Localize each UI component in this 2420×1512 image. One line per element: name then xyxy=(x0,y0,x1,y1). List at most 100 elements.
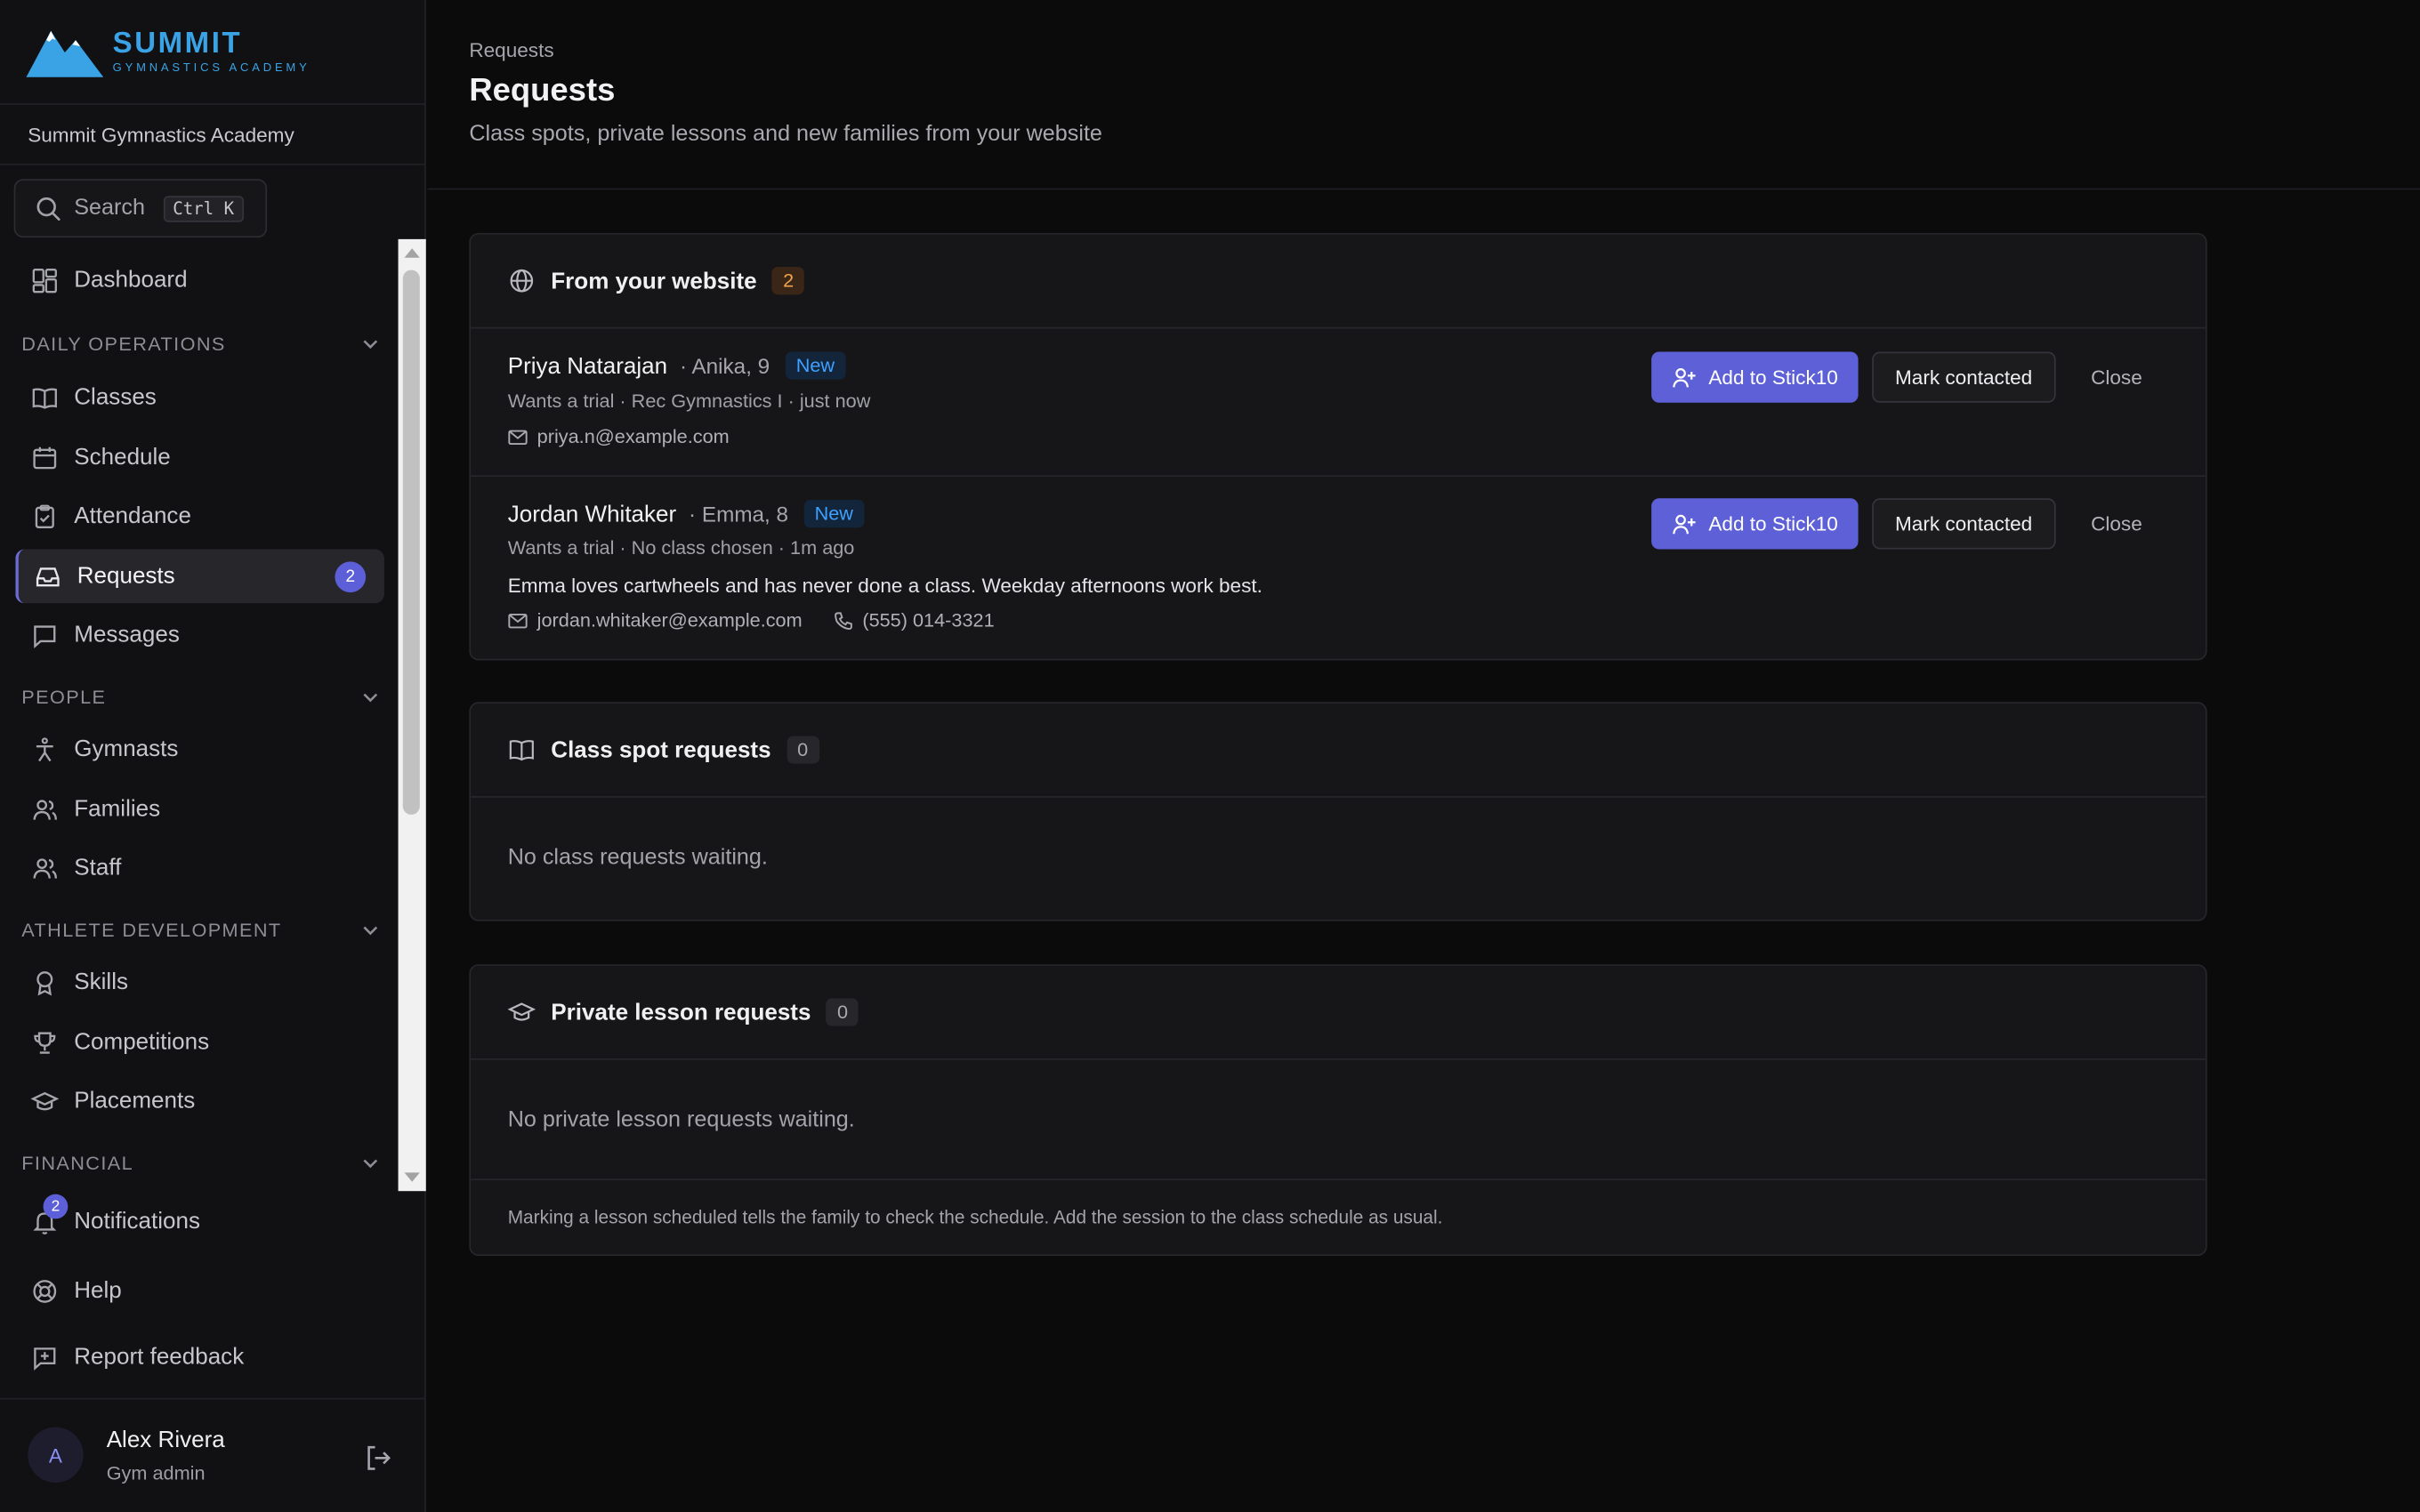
user-name: Alex Rivera xyxy=(106,1427,225,1454)
sidebar: SUMMIT GYMNASTICS ACADEMY Summit Gymnast… xyxy=(0,0,426,1512)
logout-icon[interactable] xyxy=(363,1443,394,1474)
sidebar-item-label: Messages xyxy=(74,622,180,648)
count-badge: 0 xyxy=(826,998,859,1026)
card-title: Class spot requests xyxy=(551,736,771,763)
close-button[interactable]: Close xyxy=(2069,352,2164,403)
page-title: Requests xyxy=(469,72,616,109)
add-to-stick10-button[interactable]: Add to Stick10 xyxy=(1651,351,1859,403)
graduation-cap-icon xyxy=(507,1002,536,1021)
section-label: DAILY OPERATIONS xyxy=(21,333,226,355)
email-contact[interactable]: jordan.whitaker@example.com xyxy=(508,609,803,631)
sidebar-item-placements[interactable]: Placements xyxy=(15,1074,384,1128)
sidebar-item-competitions[interactable]: Competitions xyxy=(15,1015,384,1069)
mark-contacted-button[interactable]: Mark contacted xyxy=(1871,351,2056,403)
sidebar-item-dashboard[interactable]: Dashboard xyxy=(15,253,384,307)
section-label: FINANCIAL xyxy=(21,1152,134,1175)
section-athlete-development[interactable]: ATHLETE DEVELOPMENT xyxy=(21,920,379,941)
sidebar-item-label: Requests xyxy=(77,563,175,590)
sidebar-item-schedule[interactable]: Schedule xyxy=(15,430,384,485)
sidebar-item-requests[interactable]: Requests 2 xyxy=(15,549,384,604)
help-button[interactable]: Help xyxy=(15,1264,384,1318)
child-info: · Emma, 8 xyxy=(689,501,789,527)
search-shortcut: Ctrl K xyxy=(163,195,244,221)
section-financial[interactable]: FINANCIAL xyxy=(21,1153,379,1174)
status-badge: New xyxy=(785,351,846,380)
book-open-icon xyxy=(509,740,534,761)
graduation-cap-icon xyxy=(30,1091,59,1110)
section-label: PEOPLE xyxy=(21,686,107,709)
scrollbar-thumb[interactable] xyxy=(402,269,420,815)
notifications-count-badge: 2 xyxy=(43,1194,69,1219)
email-text: jordan.whitaker@example.com xyxy=(536,609,803,631)
trophy-icon xyxy=(34,1031,56,1053)
count-badge: 0 xyxy=(786,736,819,764)
organization-name[interactable]: Summit Gymnastics Academy xyxy=(0,105,425,165)
person-standing-icon xyxy=(36,736,53,761)
empty-state: No class requests waiting. xyxy=(507,845,768,871)
close-button[interactable]: Close xyxy=(2069,498,2164,549)
brand-logo[interactable]: SUMMIT GYMNASTICS ACADEMY xyxy=(0,0,425,105)
brand-name: SUMMIT xyxy=(112,27,243,60)
card-header: Class spot requests 0 xyxy=(471,704,2206,798)
sidebar-item-label: Skills xyxy=(74,969,129,995)
sidebar-item-label: Dashboard xyxy=(74,267,188,294)
user-plus-icon xyxy=(1673,367,1696,387)
email-text: priya.n@example.com xyxy=(536,425,730,448)
breadcrumb[interactable]: Requests xyxy=(469,38,553,61)
section-daily-operations[interactable]: DAILY OPERATIONS xyxy=(21,334,379,355)
sidebar-item-families[interactable]: Families xyxy=(15,782,384,836)
search-button[interactable]: Search Ctrl K xyxy=(13,179,268,238)
users-icon xyxy=(33,799,57,819)
card-header: From your website 2 xyxy=(471,235,2206,329)
search-icon xyxy=(36,197,60,221)
status-badge: New xyxy=(803,500,865,528)
globe-icon xyxy=(510,269,534,293)
phone-contact[interactable]: (555) 014-3321 xyxy=(833,609,995,631)
message-square-icon xyxy=(34,624,56,648)
mark-contacted-button[interactable]: Mark contacted xyxy=(1871,498,2056,550)
add-to-stick10-button[interactable]: Add to Stick10 xyxy=(1651,498,1859,550)
scroll-down-arrow-icon[interactable] xyxy=(404,1172,420,1182)
requester-name[interactable]: Priya Natarajan xyxy=(508,352,667,378)
count-badge: 2 xyxy=(771,267,805,295)
private-lesson-requests-card: Private lesson requests 0 No private les… xyxy=(469,964,2207,1257)
chevron-down-icon xyxy=(363,693,378,703)
contact-info: jordan.whitaker@example.com (555) 014-33… xyxy=(508,609,995,631)
user-role: Gym admin xyxy=(106,1462,206,1484)
phone-icon xyxy=(834,611,852,630)
scroll-up-arrow-icon[interactable] xyxy=(404,248,420,258)
requester-name[interactable]: Jordan Whitaker xyxy=(508,501,676,527)
users-icon xyxy=(33,857,57,878)
sidebar-item-label: Attendance xyxy=(74,503,191,530)
mountain-logo-icon xyxy=(26,29,104,76)
notifications-label: Notifications xyxy=(74,1208,200,1235)
sidebar-item-messages[interactable]: Messages xyxy=(15,607,384,662)
avatar[interactable]: A xyxy=(28,1427,84,1484)
sidebar-scrollbar[interactable] xyxy=(398,238,426,1192)
sidebar-item-skills[interactable]: Skills xyxy=(15,955,384,1009)
sidebar-nav: Dashboard DAILY OPERATIONS Classes Sched… xyxy=(0,247,426,1192)
section-label: ATHLETE DEVELOPMENT xyxy=(21,919,282,942)
dashboard-icon xyxy=(32,268,57,293)
sidebar-item-gymnasts[interactable]: Gymnasts xyxy=(15,722,384,776)
sidebar-item-staff[interactable]: Staff xyxy=(15,840,384,895)
report-feedback-button[interactable]: Report feedback xyxy=(15,1330,384,1384)
award-icon xyxy=(36,970,53,995)
search-label: Search xyxy=(74,196,145,221)
contact-info: priya.n@example.com xyxy=(508,426,730,447)
email-contact[interactable]: priya.n@example.com xyxy=(508,426,730,447)
requests-count-badge: 2 xyxy=(335,561,367,593)
row-actions: Add to Stick10 Mark contacted Close xyxy=(1651,498,2164,550)
notifications-button[interactable]: 2 Notifications xyxy=(15,1194,384,1249)
chevron-down-icon xyxy=(363,1159,378,1169)
request-note: Emma loves cartwheels and has never done… xyxy=(507,574,1262,598)
phone-text: (555) 014-3321 xyxy=(862,609,995,631)
section-people[interactable]: PEOPLE xyxy=(21,687,379,708)
sidebar-item-attendance[interactable]: Attendance xyxy=(15,489,384,543)
card-title: From your website xyxy=(551,267,757,294)
sidebar-item-classes[interactable]: Classes xyxy=(15,370,384,424)
card-header: Private lesson requests 0 xyxy=(471,966,2206,1060)
message-plus-icon xyxy=(34,1347,56,1370)
page-header: Requests Requests Class spots, private l… xyxy=(427,0,2420,190)
requester: Priya Natarajan · Anika, 9 New xyxy=(508,351,846,380)
